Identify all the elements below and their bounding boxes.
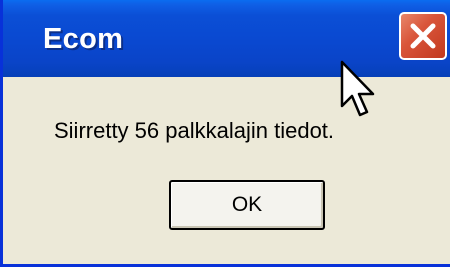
dialog-message: Siirretty 56 palkkalajin tiedot. [54, 118, 335, 143]
message-dialog-window: Ecom Siirretty 56 palkkalajin tiedot. OK [0, 0, 450, 267]
close-button[interactable] [399, 12, 447, 60]
ok-button-label: OK [231, 193, 263, 216]
ok-button[interactable]: OK [169, 180, 325, 230]
window-title: Ecom [43, 23, 124, 55]
close-icon [410, 23, 436, 49]
title-bar[interactable]: Ecom [3, 0, 450, 77]
